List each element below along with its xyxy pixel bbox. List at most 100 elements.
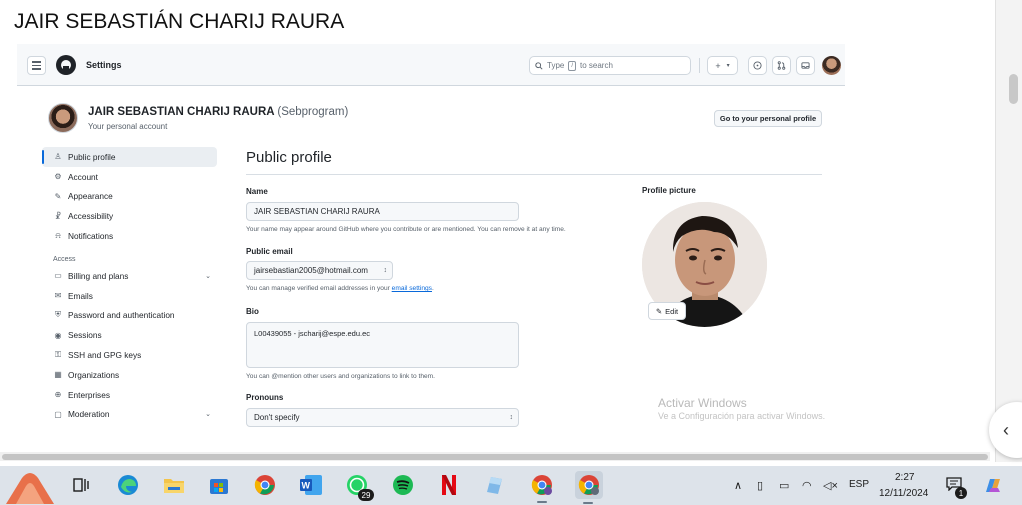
clock-time[interactable]: 2:27 [895,472,914,483]
sidebar-item-label: Sessions [68,330,102,341]
issue-circle-icon [753,61,762,70]
battery-icon[interactable]: ▭ [779,479,789,492]
breadcrumb-settings[interactable]: Settings [86,60,122,70]
vertical-scrollbar-thumb[interactable] [1009,74,1018,104]
speaker-muted-icon[interactable]: ◁× [823,479,838,492]
sidebar-item-account[interactable]: ⚙ Account [42,167,217,187]
search-input[interactable]: Type / to search [529,56,691,75]
pull-requests-button[interactable] [772,56,791,75]
edit-picture-button[interactable]: ✎ Edit [648,302,686,320]
name-field[interactable]: JAIR SEBASTIAN CHARIJ RAURA [246,202,519,221]
globe-icon: ⊕ [54,390,62,400]
broadcast-icon: ◉ [54,330,62,340]
issues-button[interactable] [748,56,767,75]
sidebar-item-organizations[interactable]: ▦ Organizations [42,365,217,385]
sidebar-item-label: Emails [68,290,93,301]
spotify-icon[interactable] [390,472,416,498]
collapse-panel-button[interactable]: ‹ [989,402,1022,458]
sidebar-item-sessions[interactable]: ◉ Sessions [42,325,217,345]
windows-taskbar: W 29 ∧ ▯ ▭ ◠ ◁× ESP [0,466,1022,505]
go-to-profile-button[interactable]: Go to your personal profile [714,110,822,127]
right-scroll-panel [995,0,1022,462]
phone-link-icon[interactable]: ▯ [757,479,763,492]
sidebar-item-billing[interactable]: ▭ Billing and plans ⌄ [42,266,217,286]
paintbrush-icon: ✎ [54,191,62,201]
inbox-button[interactable] [796,56,815,75]
pinned-app-orange-icon[interactable] [4,470,56,504]
whatsapp-unread-badge: 29 [358,489,374,501]
clock-date[interactable]: 12/11/2024 [879,488,928,499]
sidebar-item-label: Accessibility [68,211,114,222]
github-header: Settings Type / to search + ▾ [17,44,845,86]
chevron-up-icon[interactable]: ∧ [734,479,742,492]
input-language[interactable]: ESP [849,479,869,490]
chevron-left-icon: ‹ [1003,419,1009,440]
chrome-icon[interactable] [252,472,278,498]
account-avatar [48,103,78,133]
search-placeholder-suffix: to search [580,61,613,70]
person-icon: ♙ [54,152,62,162]
activation-watermark-title: Activar Windows [658,396,747,410]
select-arrows-icon: ↕ [383,267,388,274]
email-settings-link[interactable]: email settings [392,285,432,292]
bio-textarea[interactable]: L00439055 - jscharij@espe.edu.ec [246,322,519,368]
word-icon[interactable]: W [298,472,324,498]
notification-center-button[interactable]: 1 [946,477,967,499]
hamburger-menu-icon[interactable] [27,56,46,75]
mail-icon: ✉ [54,291,62,301]
inbox-icon [801,62,810,69]
account-name: JAIR SEBASTIAN CHARIJ RAURA (Sebprogram) [88,106,348,118]
title-divider [246,174,822,175]
microsoft-store-icon[interactable] [206,472,232,498]
sidebar-item-notifications[interactable]: ⍾ Notifications [42,226,217,246]
netflix-icon[interactable] [436,472,462,498]
plus-icon: + [715,60,721,71]
sidebar-item-password[interactable]: ⛨ Password and authentication [42,306,217,326]
account-login[interactable]: (Sebprogram) [277,106,348,118]
file-explorer-icon[interactable] [161,472,187,498]
sidebar-item-appearance[interactable]: ✎ Appearance [42,187,217,207]
task-view-icon[interactable] [68,472,94,498]
search-shortcut-key: / [568,60,577,71]
header-divider [699,58,700,73]
sidebar-item-ssh-gpg[interactable]: ⚿ SSH and GPG keys [42,345,217,365]
wifi-icon[interactable]: ◠ [802,479,812,492]
credit-card-icon: ▭ [54,271,62,281]
create-new-button[interactable]: + ▾ [707,56,738,75]
notes-app-icon[interactable] [481,472,507,498]
sidebar-item-emails[interactable]: ✉ Emails [42,286,217,306]
sidebar-item-label: Password and authentication [68,310,175,321]
sidebar-item-label: Enterprises [68,389,110,400]
organization-icon: ▦ [54,370,62,380]
edge-browser-icon[interactable] [115,472,141,498]
chrome-profile-1-icon[interactable] [529,472,555,503]
bell-icon: ⍾ [55,231,61,241]
notification-count-badge: 1 [955,487,967,499]
copilot-icon[interactable] [983,476,1003,501]
search-icon [535,61,543,70]
accessibility-icon: ☧ [54,211,62,221]
svg-text:W: W [302,481,311,491]
key-icon: ⚿ [54,350,62,360]
sidebar-item-label: Moderation [68,409,110,420]
whatsapp-icon[interactable]: 29 [344,472,374,501]
user-avatar[interactable] [822,56,841,75]
sidebar-item-label: Appearance [68,191,113,202]
email-help-suffix: . [431,285,434,292]
sidebar-item-public-profile[interactable]: ♙ Public profile [42,147,217,167]
chrome-profile-2-icon[interactable] [575,471,603,504]
public-email-select[interactable]: jairsebastian2005@hotmail.com ↕ [246,261,393,280]
pronouns-select[interactable]: Don't specify ↕ [246,408,519,427]
github-logo-icon[interactable] [56,55,76,75]
sidebar-item-accessibility[interactable]: ☧ Accessibility [42,206,217,226]
horizontal-scrollbar-thumb[interactable] [2,454,988,460]
settings-sidebar: ♙ Public profile ⚙ Account ✎ Appearance … [42,147,217,424]
search-placeholder-prefix: Type [547,61,565,70]
sidebar-item-enterprises[interactable]: ⊕ Enterprises [42,385,217,405]
sidebar-item-moderation[interactable]: ▢ Moderation ⌄ [42,405,217,425]
pronouns-value: Don't specify [254,413,300,422]
sidebar-item-label: SSH and GPG keys [68,350,142,361]
sidebar-item-label: Account [68,171,98,182]
sidebar-item-label: Notifications [68,231,114,242]
gear-icon: ⚙ [54,172,62,182]
